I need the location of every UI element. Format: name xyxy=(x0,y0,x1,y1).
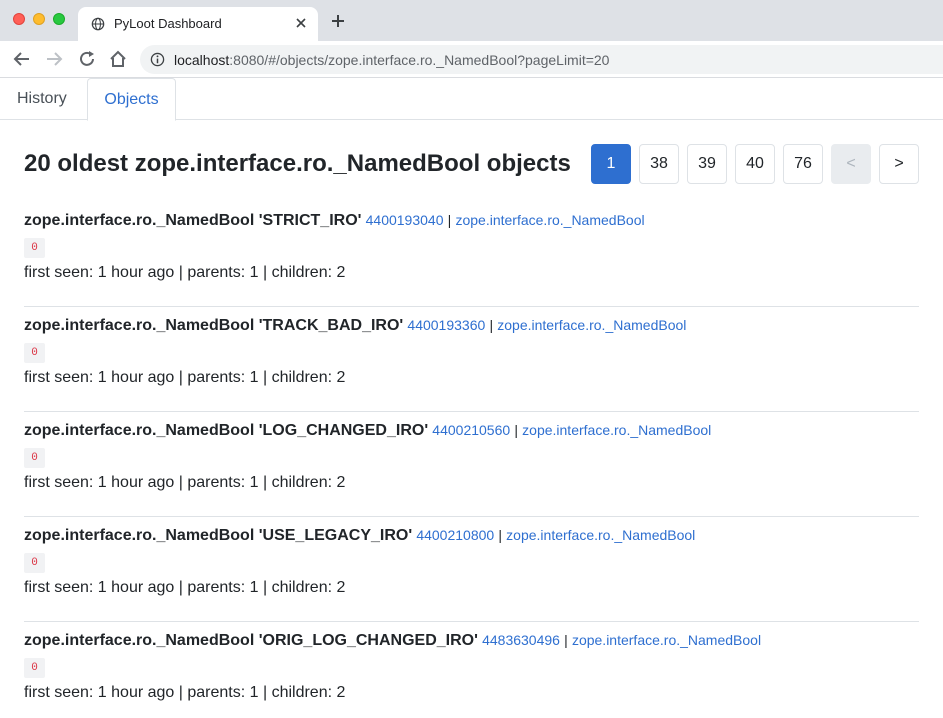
page-button-76[interactable]: 76 xyxy=(783,144,823,184)
list-item: zope.interface.ro._NamedBool 'USE_LEGACY… xyxy=(24,517,919,622)
object-meta: first seen: 1 hour ago | parents: 1 | ch… xyxy=(24,474,346,491)
back-arrow-icon[interactable] xyxy=(12,49,32,69)
separator: | xyxy=(489,317,494,333)
tab-objects[interactable]: Objects xyxy=(87,78,176,121)
object-name: zope.interface.ro._NamedBool 'USE_LEGACY… xyxy=(24,527,413,544)
object-header: zope.interface.ro._NamedBool 'ORIG_LOG_C… xyxy=(24,632,761,650)
object-badge: 0 xyxy=(24,658,45,678)
object-name: zope.interface.ro._NamedBool 'STRICT_IRO… xyxy=(24,212,362,229)
object-name: zope.interface.ro._NamedBool 'TRACK_BAD_… xyxy=(24,317,404,334)
object-badge: 0 xyxy=(24,343,45,363)
browser-tabstrip: PyLoot Dashboard xyxy=(0,0,943,41)
page-button-40[interactable]: 40 xyxy=(735,144,775,184)
prev-page-button[interactable]: < xyxy=(831,144,871,184)
info-icon[interactable] xyxy=(150,52,165,67)
tab-history[interactable]: History xyxy=(1,78,83,120)
object-id-link[interactable]: 4400193040 xyxy=(366,212,444,228)
page-button-1[interactable]: 1 xyxy=(591,144,631,184)
object-header: zope.interface.ro._NamedBool 'STRICT_IRO… xyxy=(24,212,645,230)
minimize-window-button[interactable] xyxy=(33,13,45,25)
separator: | xyxy=(447,212,452,228)
browser-toolbar: localhost:8080/#/objects/zope.interface.… xyxy=(0,41,943,78)
object-id-link[interactable]: 4400193360 xyxy=(407,317,485,333)
page-title: 20 oldest zope.interface.ro._NamedBool o… xyxy=(24,150,571,177)
browser-tab[interactable]: PyLoot Dashboard xyxy=(78,7,318,41)
object-badge: 0 xyxy=(24,238,45,258)
forward-arrow-icon[interactable] xyxy=(44,49,64,69)
object-header: zope.interface.ro._NamedBool 'TRACK_BAD_… xyxy=(24,317,686,335)
object-type-link[interactable]: zope.interface.ro._NamedBool xyxy=(522,422,711,438)
reload-icon[interactable] xyxy=(77,49,97,69)
home-icon[interactable] xyxy=(108,49,128,69)
url-text: localhost:8080/#/objects/zope.interface.… xyxy=(174,52,609,68)
browser-tab-title: PyLoot Dashboard xyxy=(114,16,222,31)
new-tab-icon[interactable] xyxy=(330,13,346,29)
separator: | xyxy=(564,632,568,648)
object-meta: first seen: 1 hour ago | parents: 1 | ch… xyxy=(24,684,346,701)
separator: | xyxy=(514,422,518,438)
separator: | xyxy=(498,527,502,543)
object-header: zope.interface.ro._NamedBool 'LOG_CHANGE… xyxy=(24,422,711,440)
object-id-link[interactable]: 4483630496 xyxy=(482,632,560,648)
list-item: zope.interface.ro._NamedBool 'TRACK_BAD_… xyxy=(24,307,919,412)
url-host: localhost xyxy=(174,52,230,68)
close-window-button[interactable] xyxy=(13,13,25,25)
object-type-link[interactable]: zope.interface.ro._NamedBool xyxy=(455,212,644,228)
object-header: zope.interface.ro._NamedBool 'USE_LEGACY… xyxy=(24,527,695,545)
page-button-39[interactable]: 39 xyxy=(687,144,727,184)
object-id-link[interactable]: 4400210800 xyxy=(416,527,494,543)
object-name: zope.interface.ro._NamedBool 'LOG_CHANGE… xyxy=(24,422,429,439)
object-type-link[interactable]: zope.interface.ro._NamedBool xyxy=(572,632,761,648)
app-nav-tabs: History Objects xyxy=(0,78,943,121)
globe-icon xyxy=(91,17,105,31)
list-item: zope.interface.ro._NamedBool 'ORIG_LOG_C… xyxy=(24,622,919,718)
url-path: :8080/#/objects/zope.interface.ro._Named… xyxy=(229,52,610,68)
object-badge: 0 xyxy=(24,553,45,573)
object-name: zope.interface.ro._NamedBool 'ORIG_LOG_C… xyxy=(24,632,478,649)
object-type-link[interactable]: zope.interface.ro._NamedBool xyxy=(497,317,686,333)
object-meta: first seen: 1 hour ago | parents: 1 | ch… xyxy=(24,264,346,281)
list-item: zope.interface.ro._NamedBool 'STRICT_IRO… xyxy=(24,202,919,307)
object-id-link[interactable]: 4400210560 xyxy=(432,422,510,438)
close-tab-icon[interactable] xyxy=(294,16,308,30)
next-page-button[interactable]: > xyxy=(879,144,919,184)
object-badge: 0 xyxy=(24,448,45,468)
address-bar[interactable]: localhost:8080/#/objects/zope.interface.… xyxy=(140,45,943,74)
list-item: zope.interface.ro._NamedBool 'LOG_CHANGE… xyxy=(24,412,919,517)
object-meta: first seen: 1 hour ago | parents: 1 | ch… xyxy=(24,369,346,386)
object-type-link[interactable]: zope.interface.ro._NamedBool xyxy=(506,527,695,543)
object-meta: first seen: 1 hour ago | parents: 1 | ch… xyxy=(24,579,346,596)
zoom-window-button[interactable] xyxy=(53,13,65,25)
page-button-38[interactable]: 38 xyxy=(639,144,679,184)
